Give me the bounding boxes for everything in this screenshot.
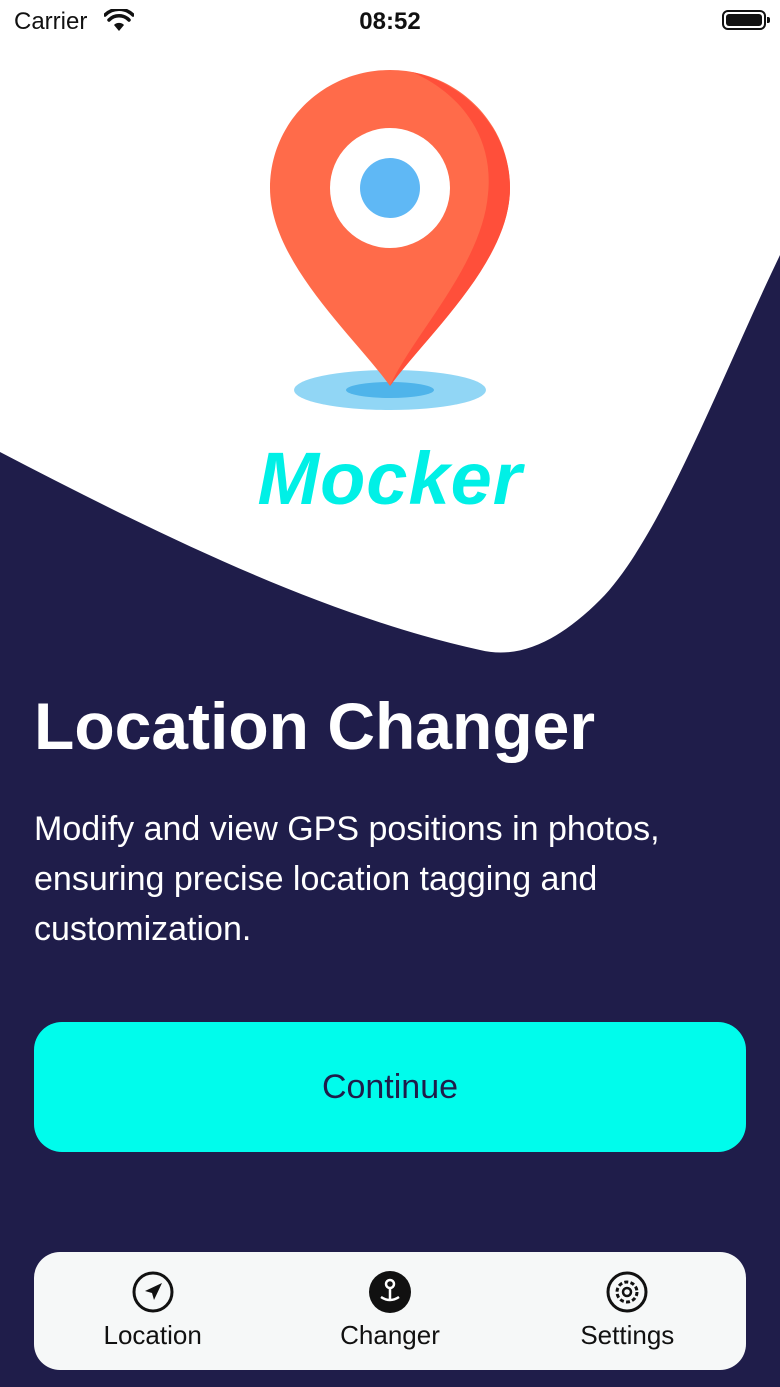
status-bar: Carrier 08:52 — [0, 0, 780, 44]
battery-icon — [722, 10, 770, 30]
tab-settings[interactable]: Settings — [509, 1252, 746, 1370]
tab-bar: Location Changer Settings — [34, 1252, 746, 1370]
page-description: Modify and view GPS positions in photos,… — [34, 810, 660, 948]
tab-changer-label: Changer — [340, 1320, 440, 1350]
tab-location[interactable]: Location — [34, 1252, 271, 1370]
logo-wordmark: Mocker — [257, 437, 523, 520]
gear-icon — [606, 1271, 648, 1313]
page-title: Location Changer — [34, 689, 596, 763]
continue-button[interactable]: Continue — [34, 1022, 746, 1152]
tab-settings-label: Settings — [580, 1320, 675, 1350]
tab-location-label: Location — [103, 1320, 202, 1350]
navigation-arrow-icon — [132, 1271, 174, 1313]
map-pin-icon — [270, 70, 510, 410]
status-time: 08:52 — [359, 8, 421, 35]
tab-changer[interactable]: Changer — [271, 1252, 508, 1370]
pin-drop-icon — [368, 1271, 411, 1313]
